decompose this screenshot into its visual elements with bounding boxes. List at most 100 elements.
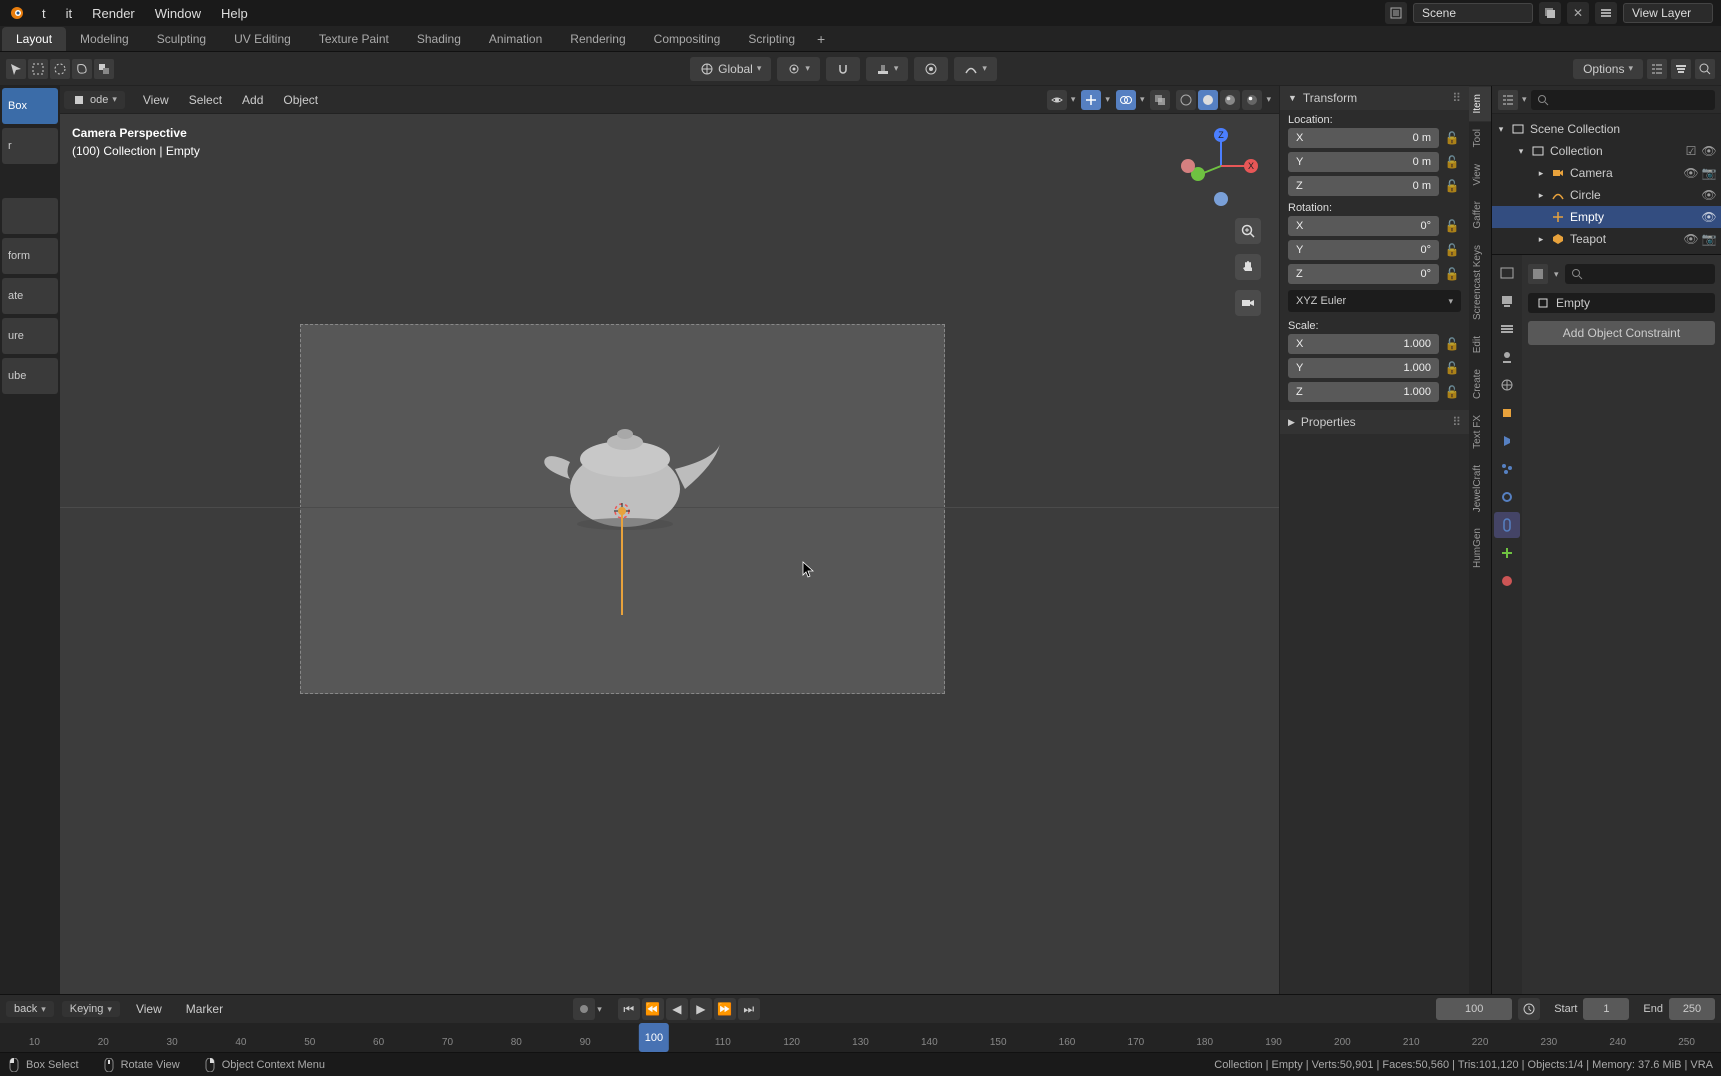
select-tweak-icon[interactable]: [6, 59, 26, 79]
render-icon[interactable]: 📷: [1701, 231, 1717, 247]
proportional-edit-toggle[interactable]: [914, 57, 948, 81]
scene-delete-icon[interactable]: ✕: [1567, 2, 1589, 24]
axis-neg-x-icon[interactable]: [1181, 159, 1195, 173]
timeline-ruler[interactable]: 1020304050607080901001101201301401501601…: [0, 1023, 1721, 1052]
props-tab-object[interactable]: [1494, 400, 1520, 426]
jump-keyframe-back-icon[interactable]: ⏪: [642, 998, 664, 1020]
viewport-menu-select[interactable]: Select: [179, 89, 232, 111]
disclosure-icon[interactable]: ▸: [1536, 190, 1546, 201]
props-tab-data[interactable]: [1494, 540, 1520, 566]
lock-icon[interactable]: 🔓: [1443, 129, 1461, 147]
empty-object[interactable]: [621, 510, 623, 615]
location-x-field[interactable]: X0 m: [1288, 128, 1439, 148]
options-dropdown[interactable]: Options ▾: [1573, 59, 1643, 79]
viewport-menu-object[interactable]: Object: [273, 89, 328, 111]
tab-scripting[interactable]: Scripting: [734, 27, 809, 51]
tree-camera[interactable]: ▸ Camera 👁📷: [1492, 162, 1721, 184]
ntab-create[interactable]: Create: [1469, 361, 1491, 407]
menu-help[interactable]: Help: [211, 2, 258, 25]
outliner-search[interactable]: [1531, 90, 1715, 110]
ntab-jewelcraft[interactable]: JewelCraft: [1469, 457, 1491, 520]
search-icon[interactable]: [1695, 59, 1715, 79]
tool-rotate[interactable]: ate: [2, 278, 58, 314]
tree-circle[interactable]: ▸ Circle 👁: [1492, 184, 1721, 206]
tab-compositing[interactable]: Compositing: [640, 27, 735, 51]
ntab-edit[interactable]: Edit: [1469, 328, 1491, 361]
disclosure-icon[interactable]: ▸: [1536, 234, 1546, 245]
tree-scene-collection[interactable]: ▾ Scene Collection: [1492, 118, 1721, 140]
lock-icon[interactable]: 🔓: [1443, 217, 1461, 235]
axis-x-icon[interactable]: X: [1244, 159, 1258, 173]
render-icon[interactable]: 📷: [1701, 165, 1717, 181]
viewport-menu-view[interactable]: View: [133, 89, 179, 111]
checkbox-icon[interactable]: ☑: [1683, 143, 1699, 159]
ntab-item[interactable]: Item: [1469, 86, 1491, 121]
zoom-icon[interactable]: [1235, 218, 1261, 244]
select-bool-icon[interactable]: [94, 59, 114, 79]
proportional-falloff-dropdown[interactable]: ▾: [954, 57, 997, 81]
rotation-x-field[interactable]: X0°: [1288, 216, 1439, 236]
shading-solid[interactable]: [1198, 90, 1218, 110]
select-box-icon[interactable]: [28, 59, 48, 79]
keying-dropdown[interactable]: Keying▾: [62, 1001, 120, 1017]
props-tab-render[interactable]: [1494, 260, 1520, 286]
grip-icon[interactable]: ⠿: [1452, 91, 1461, 105]
timeline-menu-marker[interactable]: Marker: [178, 1000, 231, 1018]
snap-toggle[interactable]: [826, 57, 860, 81]
panel-transform-header[interactable]: ▼ Transform ⠿: [1280, 86, 1469, 110]
overlay-toggle[interactable]: [1116, 90, 1136, 110]
orientation-dropdown[interactable]: Global ▾: [690, 57, 771, 81]
tab-uv-editing[interactable]: UV Editing: [220, 27, 305, 51]
location-y-field[interactable]: Y0 m: [1288, 152, 1439, 172]
props-tab-modifiers[interactable]: [1494, 428, 1520, 454]
rotation-y-field[interactable]: Y0°: [1288, 240, 1439, 260]
display-filter-icon[interactable]: [1671, 59, 1691, 79]
scene-name-field[interactable]: Scene: [1413, 3, 1533, 23]
pivot-dropdown[interactable]: ▾: [777, 57, 820, 81]
axis-z-icon[interactable]: Z: [1214, 128, 1228, 142]
ntab-tool[interactable]: Tool: [1469, 121, 1491, 155]
location-z-field[interactable]: Z0 m: [1288, 176, 1439, 196]
viewlayer-browse-icon[interactable]: [1595, 2, 1617, 24]
tab-shading[interactable]: Shading: [403, 27, 475, 51]
shading-material[interactable]: [1220, 90, 1240, 110]
add-object-constraint-button[interactable]: Add Object Constraint: [1528, 321, 1715, 345]
editor-type-icon[interactable]: [1498, 90, 1518, 110]
shading-rendered[interactable]: [1242, 90, 1262, 110]
scene-new-icon[interactable]: [1539, 2, 1561, 24]
ntab-gaffer[interactable]: Gaffer: [1469, 193, 1491, 237]
properties-search[interactable]: [1565, 264, 1715, 284]
tool-add-cube[interactable]: ube: [2, 358, 58, 394]
eye-icon[interactable]: 👁: [1701, 187, 1717, 203]
jump-start-icon[interactable]: ⏮: [618, 998, 640, 1020]
select-lasso-icon[interactable]: [72, 59, 92, 79]
rotation-mode-dropdown[interactable]: XYZ Euler▾: [1288, 290, 1461, 312]
tree-collection[interactable]: ▾ Collection ☑👁: [1492, 140, 1721, 162]
lock-icon[interactable]: 🔓: [1443, 177, 1461, 195]
pan-hand-icon[interactable]: [1235, 254, 1261, 280]
tool-transform[interactable]: form: [2, 238, 58, 274]
tool-move[interactable]: [2, 198, 58, 234]
ntab-humgen[interactable]: HumGen: [1469, 520, 1491, 576]
editor-type-outliner-icon[interactable]: [1647, 59, 1667, 79]
jump-end-icon[interactable]: ⏭: [738, 998, 760, 1020]
snap-mode-dropdown[interactable]: ▾: [866, 57, 909, 81]
rotation-z-field[interactable]: Z0°: [1288, 264, 1439, 284]
mode-dropdown[interactable]: ode ▾: [64, 91, 125, 109]
props-tab-viewlayer[interactable]: [1494, 316, 1520, 342]
disclosure-icon[interactable]: ▸: [1536, 168, 1546, 179]
tab-animation[interactable]: Animation: [475, 27, 556, 51]
props-editor-type-icon[interactable]: [1528, 264, 1548, 284]
lock-icon[interactable]: 🔓: [1443, 359, 1461, 377]
tool-cursor[interactable]: r: [2, 128, 58, 164]
eye-icon[interactable]: 👁: [1701, 209, 1717, 225]
props-tab-physics[interactable]: [1494, 484, 1520, 510]
frame-start-field[interactable]: 1: [1583, 998, 1629, 1020]
props-tab-output[interactable]: [1494, 288, 1520, 314]
viewport-menu-add[interactable]: Add: [232, 89, 273, 111]
visibility-dropdown[interactable]: [1047, 90, 1067, 110]
menu-window[interactable]: Window: [145, 2, 211, 25]
jump-keyframe-fwd-icon[interactable]: ⏩: [714, 998, 736, 1020]
axis-gizmo[interactable]: Z X: [1181, 126, 1261, 206]
panel-properties-header[interactable]: ▶ Properties ⠿: [1280, 410, 1469, 434]
